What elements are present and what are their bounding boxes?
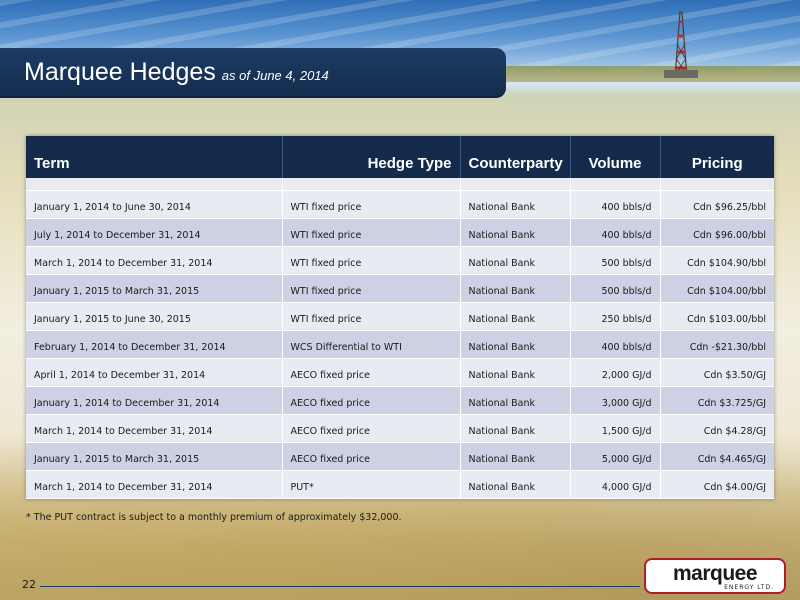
cell-counterparty: National Bank: [460, 470, 571, 499]
cell-hedge-type: AECO fixed price: [282, 442, 461, 471]
cell-counterparty: National Bank: [460, 274, 571, 303]
drilling-rig-image: [664, 11, 698, 78]
table-row: April 1, 2014 to December 31, 2014 AECO f…: [26, 358, 774, 387]
cell-volume: 400 bbls/d: [570, 330, 661, 359]
cell-volume: 2,000 GJ/d: [570, 358, 661, 387]
title-main: Marquee Hedges: [24, 58, 216, 86]
footer-divider: [40, 586, 640, 587]
spacer-cell: [570, 178, 661, 191]
horizon-field: [480, 66, 800, 82]
header-volume: Volume: [570, 136, 661, 178]
table-row: January 1, 2015 to March 31, 2015 WTI fix…: [26, 274, 774, 303]
marquee-logo: marquee ENERGY LTD.: [644, 558, 786, 594]
hedges-table: Term Hedge Type Counterparty Volume Pric…: [26, 136, 774, 499]
cell-term: January 1, 2015 to June 30, 2015: [26, 302, 283, 331]
table-row: January 1, 2015 to March 31, 2015 AECO fi…: [26, 442, 774, 471]
cell-pricing: Cdn $4.28/GJ: [660, 414, 774, 443]
cell-term: January 1, 2015 to March 31, 2015: [26, 274, 283, 303]
header-term: Term: [26, 136, 283, 178]
cell-term: March 1, 2014 to December 31, 2014: [26, 414, 283, 443]
cell-hedge-type: WTI fixed price: [282, 246, 461, 275]
spacer-cell: [26, 178, 283, 191]
cell-pricing: Cdn $96.00/bbl: [660, 218, 774, 247]
cell-term: January 1, 2014 to December 31, 2014: [26, 386, 283, 415]
cell-pricing: Cdn $96.25/bbl: [660, 190, 774, 219]
cell-hedge-type: WCS Differential to WTI: [282, 330, 461, 359]
cell-pricing: Cdn $104.90/bbl: [660, 246, 774, 275]
cell-term: January 1, 2015 to March 31, 2015: [26, 442, 283, 471]
cell-hedge-type: AECO fixed price: [282, 386, 461, 415]
table-row: March 1, 2014 to December 31, 2014 AECO f…: [26, 414, 774, 443]
logo-subtitle: ENERGY LTD.: [724, 584, 774, 591]
cell-hedge-type: WTI fixed price: [282, 274, 461, 303]
cell-hedge-type: WTI fixed price: [282, 190, 461, 219]
cell-counterparty: National Bank: [460, 386, 571, 415]
table-row: March 1, 2014 to December 31, 2014 WTI fi…: [26, 246, 774, 275]
cell-volume: 500 bbls/d: [570, 274, 661, 303]
cell-hedge-type: WTI fixed price: [282, 218, 461, 247]
cell-pricing: Cdn $4.465/GJ: [660, 442, 774, 471]
cell-pricing: Cdn $104.00/bbl: [660, 274, 774, 303]
cell-volume: 3,000 GJ/d: [570, 386, 661, 415]
cell-pricing: Cdn $3.50/GJ: [660, 358, 774, 387]
cell-volume: 1,500 GJ/d: [570, 414, 661, 443]
cell-counterparty: National Bank: [460, 246, 571, 275]
header-pricing: Pricing: [660, 136, 774, 178]
table-row: July 1, 2014 to December 31, 2014 WTI fix…: [26, 218, 774, 247]
cell-hedge-type: AECO fixed price: [282, 414, 461, 443]
spacer-cell: [460, 178, 571, 191]
cell-term: March 1, 2014 to December 31, 2014: [26, 470, 283, 499]
cell-term: January 1, 2014 to June 30, 2014: [26, 190, 283, 219]
cell-volume: 250 bbls/d: [570, 302, 661, 331]
spacer-cell: [660, 178, 774, 191]
cell-pricing: Cdn $3.725/GJ: [660, 386, 774, 415]
cell-hedge-type: AECO fixed price: [282, 358, 461, 387]
table-row: January 1, 2014 to June 30, 2014 WTI fixe…: [26, 190, 774, 219]
header-counterparty: Counterparty: [460, 136, 571, 178]
table-header-row: Term Hedge Type Counterparty Volume Pric…: [26, 136, 774, 178]
cell-term: April 1, 2014 to December 31, 2014: [26, 358, 283, 387]
cell-counterparty: National Bank: [460, 358, 571, 387]
spacer-cell: [282, 178, 461, 191]
cell-term: February 1, 2014 to December 31, 2014: [26, 330, 283, 359]
cell-counterparty: National Bank: [460, 190, 571, 219]
cell-counterparty: National Bank: [460, 330, 571, 359]
cell-volume: 4,000 GJ/d: [570, 470, 661, 499]
cell-counterparty: National Bank: [460, 218, 571, 247]
cell-hedge-type: PUT*: [282, 470, 461, 499]
table-row: January 1, 2014 to December 31, 2014 AECO…: [26, 386, 774, 415]
table-row: February 1, 2014 to December 31, 2014 WCS…: [26, 330, 774, 359]
cell-counterparty: National Bank: [460, 302, 571, 331]
page-number: 22: [22, 578, 36, 591]
table-row: March 1, 2014 to December 31, 2014 PUT* Na…: [26, 470, 774, 499]
cell-volume: 500 bbls/d: [570, 246, 661, 275]
footnote: * The PUT contract is subject to a month…: [26, 512, 402, 523]
cell-hedge-type: WTI fixed price: [282, 302, 461, 331]
cell-counterparty: National Bank: [460, 414, 571, 443]
cell-term: July 1, 2014 to December 31, 2014: [26, 218, 283, 247]
page-title: Marquee Hedges as of June 4, 2014: [24, 58, 329, 87]
cell-counterparty: National Bank: [460, 442, 571, 471]
table-row: January 1, 2015 to June 30, 2015 WTI fixe…: [26, 302, 774, 331]
cell-pricing: Cdn $4.00/GJ: [660, 470, 774, 499]
title-subtitle: as of June 4, 2014: [221, 68, 329, 83]
cell-volume: 400 bbls/d: [570, 218, 661, 247]
cell-volume: 400 bbls/d: [570, 190, 661, 219]
logo-name: marquee: [672, 562, 758, 585]
table-spacer-row: [26, 178, 774, 191]
cell-pricing: Cdn -$21.30/bbl: [660, 330, 774, 359]
header-hedge-type: Hedge Type: [282, 136, 461, 178]
cell-volume: 5,000 GJ/d: [570, 442, 661, 471]
cell-pricing: Cdn $103.00/bbl: [660, 302, 774, 331]
cell-term: March 1, 2014 to December 31, 2014: [26, 246, 283, 275]
